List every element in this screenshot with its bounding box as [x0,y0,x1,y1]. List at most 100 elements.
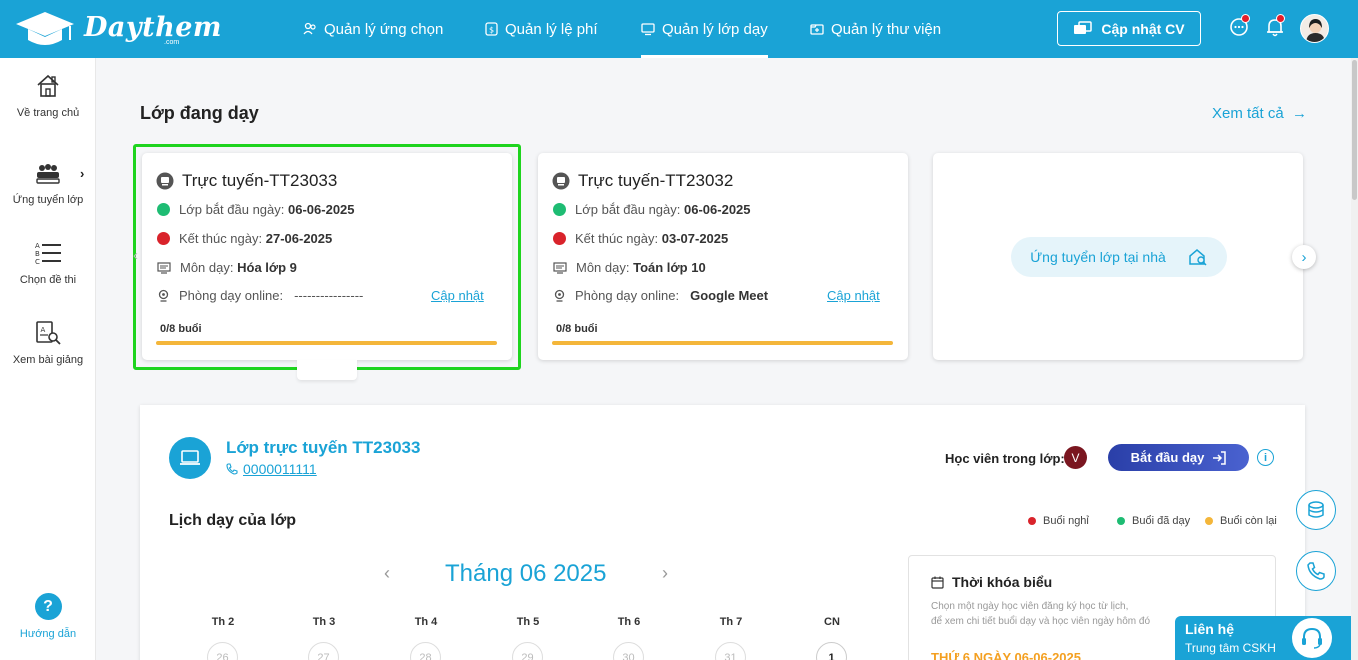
end-date: 03-07-2025 [661,231,729,246]
card-end-row: Kết thúc ngày: 03-07-2025 [553,231,728,246]
month-next-chevron-icon[interactable]: › [662,563,668,584]
house-search-icon [1189,249,1207,266]
card-start-row: Lớp bắt đầu ngày: 06-06-2025 [553,202,751,217]
chat-icon[interactable] [1228,14,1252,40]
phone-icon [226,463,238,475]
library-icon [810,22,824,36]
weekday-label: Th 3 [312,616,336,628]
card-title: Trực tuyến-TT23032 [552,171,733,191]
svg-text:A: A [41,326,46,334]
sidebar: Về trang chủ Ứng tuyển lớp › ABC Chọn đề… [0,58,96,660]
user-avatar-icon [1301,15,1328,42]
chat-badge [1241,14,1250,23]
apply-card: Ứng tuyển lớp tại nhà [933,153,1303,360]
timetable-title-text: Thời khóa biểu [952,574,1053,590]
end-label: Kết thúc ngày: [575,231,659,246]
top-header: Daythem .com Quản lý ứng chọn $ Quản lý … [0,0,1358,58]
floating-stack-button[interactable] [1296,490,1336,530]
see-all-label: Xem tất cả [1212,105,1284,122]
sessions-count: 0/8 buổi [556,323,598,335]
lecture-icon: A [36,321,61,345]
calendar-month: Tháng 06 2025 [445,560,607,587]
nav-item-applications[interactable]: Quản lý ứng chọn [303,0,443,58]
update-cv-button[interactable]: Cập nhật CV [1057,11,1201,46]
bell-icon[interactable] [1264,14,1288,40]
laptop-icon [169,437,211,479]
calendar-day[interactable]: 28 [410,642,441,660]
weekday-label: Th 2 [211,616,235,628]
timetable-date: THỨ 6 NGÀY 06-06-2025 [931,650,1082,660]
sidebar-item-help[interactable]: ? Hướng dẫn [0,593,96,640]
update-room-link[interactable]: Cập nhật [827,288,880,303]
room-label: Phòng dạy online: [575,288,680,303]
nav-label: Quản lý lớp dạy [662,20,768,38]
month-prev-chevron-icon[interactable]: ‹ [384,563,390,584]
legend-label: Buổi đã dạy [1132,515,1191,527]
start-teaching-button[interactable]: Bắt đầu dạy [1108,444,1249,471]
logo-sub: .com [164,39,180,46]
calendar-icon [931,576,944,589]
weekday-label: Th 5 [516,616,540,628]
users-icon [303,22,317,36]
sidebar-item-home[interactable]: Về trang chủ [0,73,96,119]
class-card[interactable]: Trực tuyến-TT23032 Lớp bắt đầu ngày: 06-… [538,153,908,360]
scrollbar-thumb[interactable] [1352,60,1357,200]
calendar-day[interactable]: 26 [207,642,238,660]
nav-label: Quản lý lệ phí [505,20,598,38]
legend-item-remaining: Buổi còn lại [1205,515,1277,527]
students-label: Học viên trong lớp: [945,451,1065,466]
nav-item-fees[interactable]: $ Quản lý lệ phí [485,0,598,58]
room-value: Google Meet [690,288,769,303]
calendar-day[interactable]: 27 [308,642,339,660]
home-icon [37,74,59,97]
update-cv-label: Cập nhật CV [1101,20,1185,37]
floating-phone-button[interactable] [1296,551,1336,591]
carousel-next-chevron-icon[interactable]: › [1292,245,1316,269]
cv-stack-icon [1074,20,1093,34]
calendar-day[interactable]: 29 [512,642,543,660]
card-title-text: Trực tuyến-TT23032 [578,171,734,190]
see-all-link[interactable]: Xem tất cả → [1212,105,1307,122]
sidebar-item-label: Chọn đề thi [19,274,77,286]
page-scrollbar[interactable] [1351,58,1358,660]
exam-list-icon: ABC [35,242,61,266]
arrow-right-icon: → [1287,105,1308,122]
sidebar-expand-chevron-icon[interactable]: › [80,166,84,181]
legend-item-taught: Buổi đã dạy [1117,515,1190,527]
end-dot [553,232,566,245]
sidebar-item-exams[interactable]: ABC Chọn đề thi [0,240,96,286]
carousel-prev-chevron-icon[interactable]: ‹ [133,247,138,264]
start-label: Lớp bắt đầu ngày: [575,202,681,217]
sidebar-item-label: Ứng tuyển lớp [12,194,84,206]
calendar-day[interactable]: 30 [613,642,644,660]
class-detail-panel: Lớp trực tuyến TT23033 0000011111 Học vi… [140,405,1305,660]
legend-dot [1028,517,1036,525]
legend-dot [1205,517,1213,525]
notification-badge [1276,14,1285,23]
student-avatar[interactable]: V [1064,446,1087,469]
apply-home-class-button[interactable]: Ứng tuyển lớp tại nhà [1011,237,1227,277]
contact-support-widget[interactable]: Liên hệ Trung tâm CSKH [1175,616,1358,660]
nav-item-classes[interactable]: Quản lý lớp dạy [641,0,768,58]
calendar-day[interactable]: 31 [715,642,746,660]
headset-icon [1292,618,1332,658]
sidebar-item-lectures[interactable]: A Xem bài giảng [0,320,96,366]
legend-label: Buổi còn lại [1220,515,1277,527]
sidebar-item-label: Xem bài giảng [12,354,84,366]
nav-item-library[interactable]: Quản lý thư viện [810,0,941,58]
logo[interactable]: Daythem .com [14,8,221,50]
user-avatar[interactable] [1300,14,1329,43]
timetable-desc-line1: Chọn một ngày học viên đăng ký học từ lị… [931,601,1129,612]
start-date: 06-06-2025 [684,202,751,217]
info-icon[interactable]: i [1257,449,1274,466]
calendar-day[interactable]: 1 [816,642,847,660]
timetable-title: Thời khóa biểu [931,574,1052,590]
weekday-label: Th 4 [414,616,438,628]
apply-home-label: Ứng tuyển lớp tại nhà [1030,249,1166,265]
start-dot [553,203,566,216]
legend-dot [1117,517,1125,525]
svg-text:A: A [35,242,40,250]
nav-label: Quản lý ứng chọn [324,20,444,38]
subject-icon [553,261,567,274]
class-phone[interactable]: 0000011111 [226,461,317,477]
